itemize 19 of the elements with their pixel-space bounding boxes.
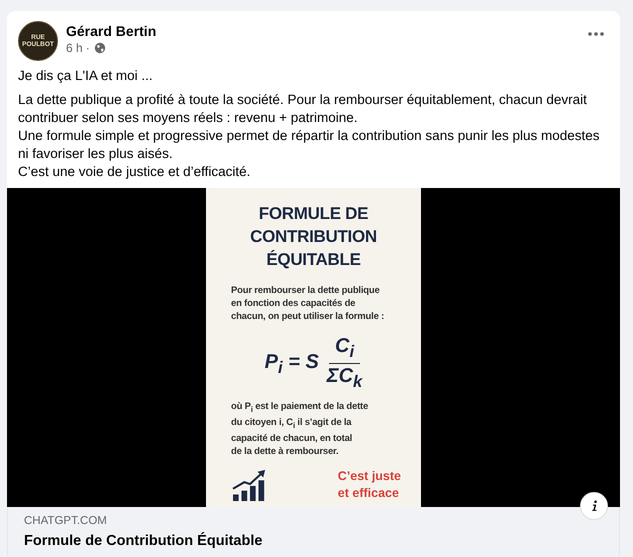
formula-denominator: ΣC$_{k}$ [326, 364, 362, 393]
link-preview[interactable]: CHATGPT.COM Formule de Contribution Équitable [7, 507, 620, 556]
info-icon [590, 500, 598, 512]
link-title: Formule de Contribution Équitable [24, 531, 264, 551]
link-domain: CHATGPT.COM [24, 514, 108, 529]
post-text: La dette publique a profité à toute la société. Pour la rembourser équitablement, chacun devrait contribuer selon ses moyens réels : revenu + patrimoine. Une formule simple et progressive permet de répartir la contribution sans punir les plus modestes ni favoriser les plus aisés. C’est une voie de justice et d’efficacité. [18, 91, 601, 181]
poster-title: FORMULE DE CONTRIBUTION ÉQUITABLE [250, 203, 377, 271]
poster-text: Pour rembourser la dette publique en fonction des capacités de chacun, on peut utiliser la formule : [230, 284, 384, 323]
poster-text: où P$_{i}$ est le paiement de la dette du citoyen i, C$_{i}$ il s’agit de la capacité de chacun, en total de la dette à rembourser. [230, 400, 368, 458]
poster-tagline: C’est juste et efficace [338, 468, 401, 502]
more-icon [588, 32, 604, 36]
author-name[interactable]: Gérard Bertin [66, 23, 156, 40]
globe-icon [94, 42, 106, 54]
post-time[interactable]: 6 h [66, 40, 83, 56]
formula-numerator: C$_{i}$ [329, 335, 360, 364]
separator: · [86, 40, 90, 56]
link-image[interactable] [7, 188, 620, 507]
post-text: Je dis ça L'IA et moi ... [18, 67, 154, 85]
formula-text: P$_{i}$ = S [264, 351, 319, 378]
